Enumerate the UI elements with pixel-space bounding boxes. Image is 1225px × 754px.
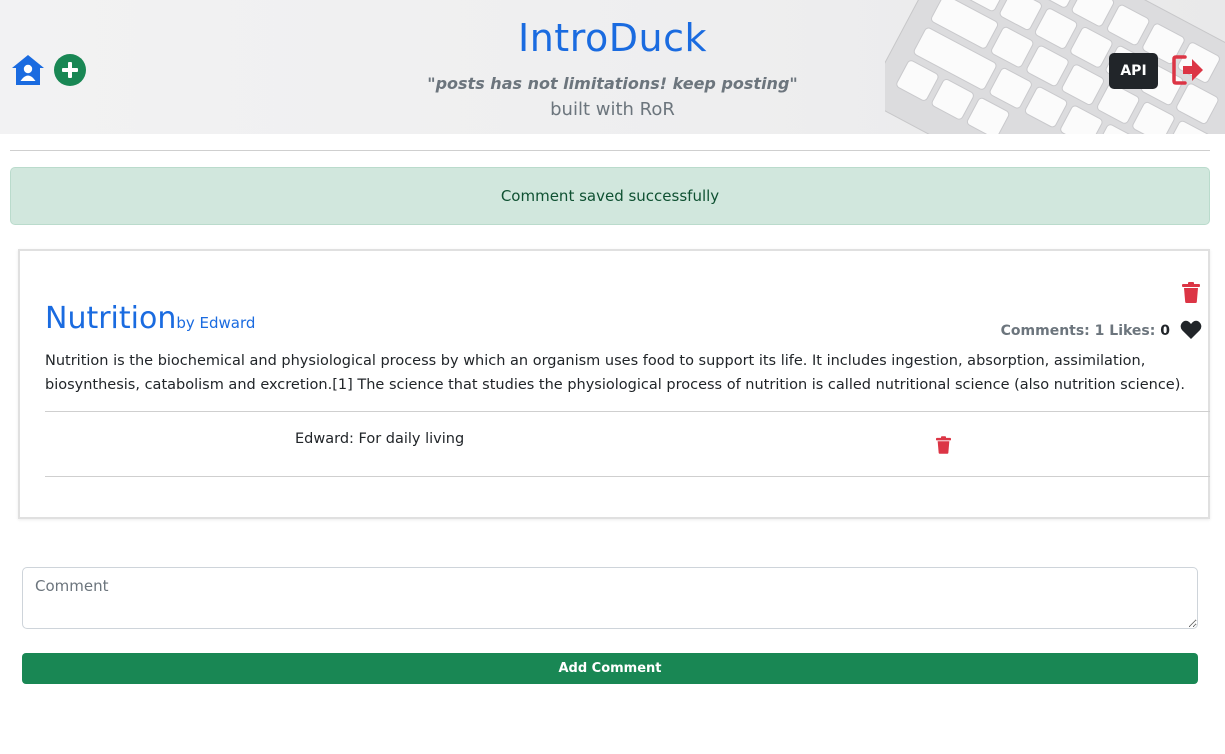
post-title[interactable]: Nutrition xyxy=(45,301,176,336)
like-button[interactable] xyxy=(1180,320,1202,340)
comment-input[interactable] xyxy=(22,567,1198,629)
post-body: Nutrition is the biochemical and physiol… xyxy=(45,353,1185,393)
comment-divider-top xyxy=(45,411,1210,412)
post-stats: Comments: 1 Likes: 0 xyxy=(1000,323,1170,339)
site-title[interactable]: IntroDuck xyxy=(0,16,1225,60)
logout-icon xyxy=(1172,55,1203,85)
success-alert: Comment saved successfully xyxy=(10,167,1210,225)
comments-label: Comments: xyxy=(1000,323,1090,339)
delete-post-button[interactable] xyxy=(1182,282,1200,303)
likes-count: 0 xyxy=(1160,323,1170,339)
trash-icon xyxy=(1182,282,1200,303)
comment-divider-bottom xyxy=(45,476,1210,477)
likes-label: Likes: xyxy=(1109,323,1156,339)
header: IntroDuck "posts has not limitations! ke… xyxy=(0,0,1225,134)
comment-text: Edward: For daily living xyxy=(295,431,465,447)
post-title-row: Nutritionby Edward xyxy=(45,301,255,336)
post-author[interactable]: by Edward xyxy=(176,314,255,332)
delete-comment-button[interactable] xyxy=(936,436,951,454)
built-with-text: built with RoR xyxy=(550,99,675,120)
logout-button[interactable] xyxy=(1171,54,1205,86)
trash-icon xyxy=(936,436,951,454)
api-button[interactable]: API xyxy=(1109,53,1158,89)
add-comment-button[interactable]: Add Comment xyxy=(22,653,1198,684)
heart-icon xyxy=(1180,320,1202,339)
comments-count: 1 xyxy=(1094,323,1105,339)
site-tagline: "posts has not limitations! keep posting… xyxy=(427,74,798,93)
header-divider xyxy=(10,150,1210,151)
post-card: Nutritionby Edward Comments: 1 Likes: 0 … xyxy=(18,249,1210,519)
